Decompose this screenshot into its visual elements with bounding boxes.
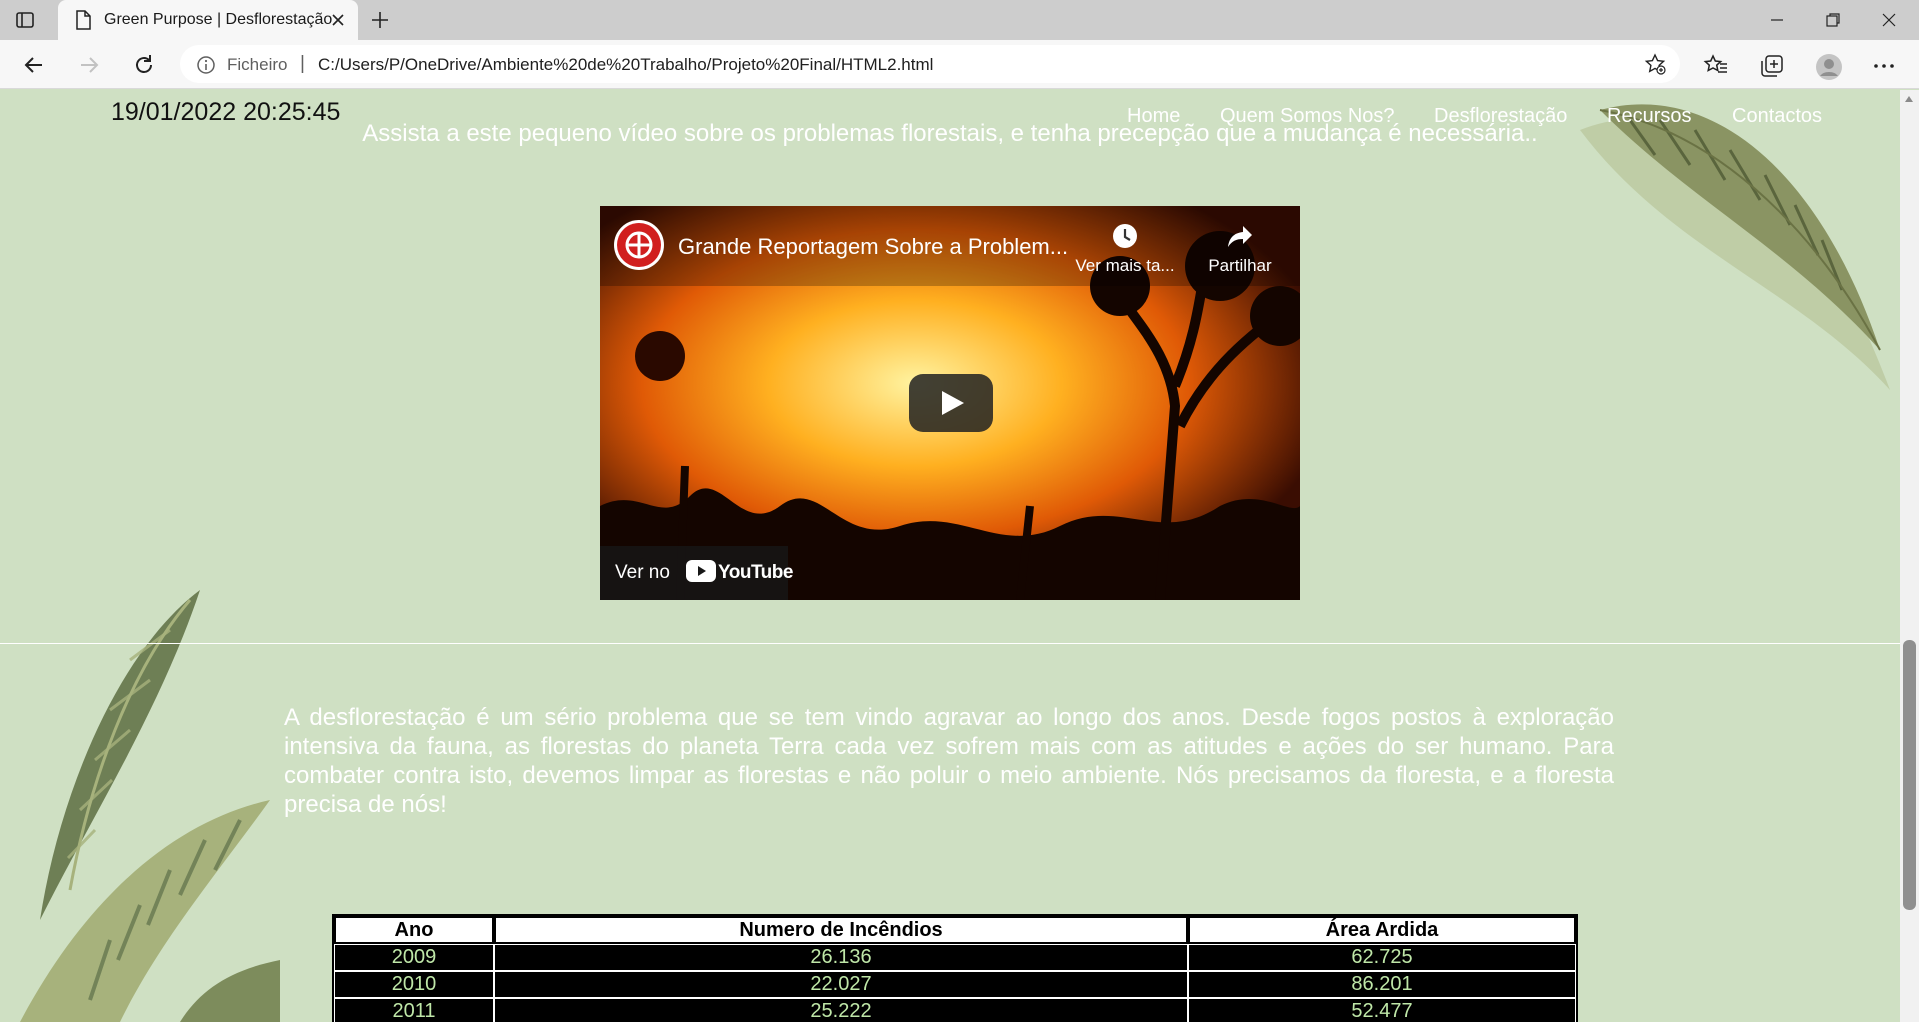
youtube-logo-icon: [686, 560, 716, 582]
web-page: 19/01/2022 20:25:45 Home Quem Somos Nos?…: [0, 90, 1900, 1022]
plus-icon[interactable]: [369, 9, 391, 31]
table-cell: 2011: [334, 998, 494, 1022]
refresh-icon[interactable]: [130, 51, 158, 79]
horizontal-divider: [0, 643, 1900, 644]
table-row: 2010 22.027 86.201: [334, 971, 1576, 998]
page-scrollbar[interactable]: [1900, 90, 1919, 1022]
paragraph: A desflorestação é um sério problema que…: [284, 704, 1614, 818]
column-header: Numero de Incêndios: [495, 917, 1187, 943]
table-header-row: Ano Numero de Incêndios Área Ardida: [335, 917, 1575, 943]
browser-toolbar: Ficheiro | C:/Users/P/OneDrive/Ambiente%…: [0, 40, 1919, 89]
favorite-add-icon[interactable]: [1644, 53, 1666, 75]
share-button[interactable]: Partilhar: [1190, 222, 1290, 276]
play-button[interactable]: [909, 374, 993, 432]
profile-icon[interactable]: [1815, 53, 1842, 80]
share-icon: [1228, 226, 1252, 247]
scrollbar-thumb[interactable]: [1903, 640, 1916, 910]
table-cell: 62.725: [1188, 944, 1576, 971]
scroll-up-icon[interactable]: [1905, 96, 1913, 102]
more-icon[interactable]: [1871, 53, 1897, 79]
watch-on-youtube-button[interactable]: Ver no YouTube: [600, 546, 793, 600]
table-row: 2011 25.222 52.477: [334, 998, 1576, 1022]
column-header: Ano: [335, 917, 493, 943]
close-window-icon[interactable]: [1861, 0, 1917, 40]
table-cell: 2010: [334, 971, 494, 998]
data-table: Ano Numero de Incêndios Área Ardida 2009…: [332, 914, 1578, 1022]
favorites-icon[interactable]: [1703, 53, 1729, 79]
document-icon: [74, 10, 92, 30]
browser-tab[interactable]: Green Purpose | Desflorestação: [58, 0, 358, 40]
clock-icon: [1113, 224, 1137, 248]
column-header: Área Ardida: [1189, 917, 1575, 943]
intro-text: Assista a este pequeno vídeo sobre os pr…: [362, 120, 1538, 147]
address-bar[interactable]: Ficheiro | C:/Users/P/OneDrive/Ambiente%…: [180, 45, 1680, 83]
leaf-decoration: [20, 590, 280, 1022]
table-row: 2009 26.136 62.725: [334, 944, 1576, 971]
channel-avatar[interactable]: [614, 220, 664, 270]
collections-icon[interactable]: [1759, 53, 1785, 79]
youtube-wordmark: YouTube: [718, 562, 793, 583]
forward-icon[interactable]: [75, 51, 103, 79]
table-cell: 25.222: [494, 998, 1188, 1022]
address-url[interactable]: C:/Users/P/OneDrive/Ambiente%20de%20Trab…: [318, 55, 933, 75]
table-cell: 86.201: [1188, 971, 1576, 998]
browser-tab-bar: Green Purpose | Desflorestação: [0, 0, 1919, 40]
restore-icon[interactable]: [1805, 0, 1861, 40]
video-embed[interactable]: Grande Reportagem Sobre a Problem... Ver…: [600, 206, 1300, 600]
watch-later-button[interactable]: Ver mais ta...: [1070, 222, 1180, 276]
close-icon[interactable]: [328, 10, 348, 30]
watch-on-label: Ver no: [615, 562, 670, 583]
tab-title: Green Purpose | Desflorestação: [104, 11, 333, 28]
tab-actions-icon[interactable]: [14, 9, 36, 31]
video-title[interactable]: Grande Reportagem Sobre a Problem...: [678, 234, 1068, 260]
watch-later-label: Ver mais ta...: [1075, 256, 1175, 275]
table-cell: 52.477: [1188, 998, 1576, 1022]
share-label: Partilhar: [1208, 256, 1272, 275]
table-cell: 22.027: [494, 971, 1188, 998]
table-cell: 2009: [334, 944, 494, 971]
address-scheme: Ficheiro: [227, 55, 288, 74]
info-icon[interactable]: [196, 55, 216, 75]
address-separator: |: [300, 53, 305, 74]
back-icon[interactable]: [20, 51, 48, 79]
minimize-icon[interactable]: [1749, 0, 1805, 40]
table-cell: 26.136: [494, 944, 1188, 971]
